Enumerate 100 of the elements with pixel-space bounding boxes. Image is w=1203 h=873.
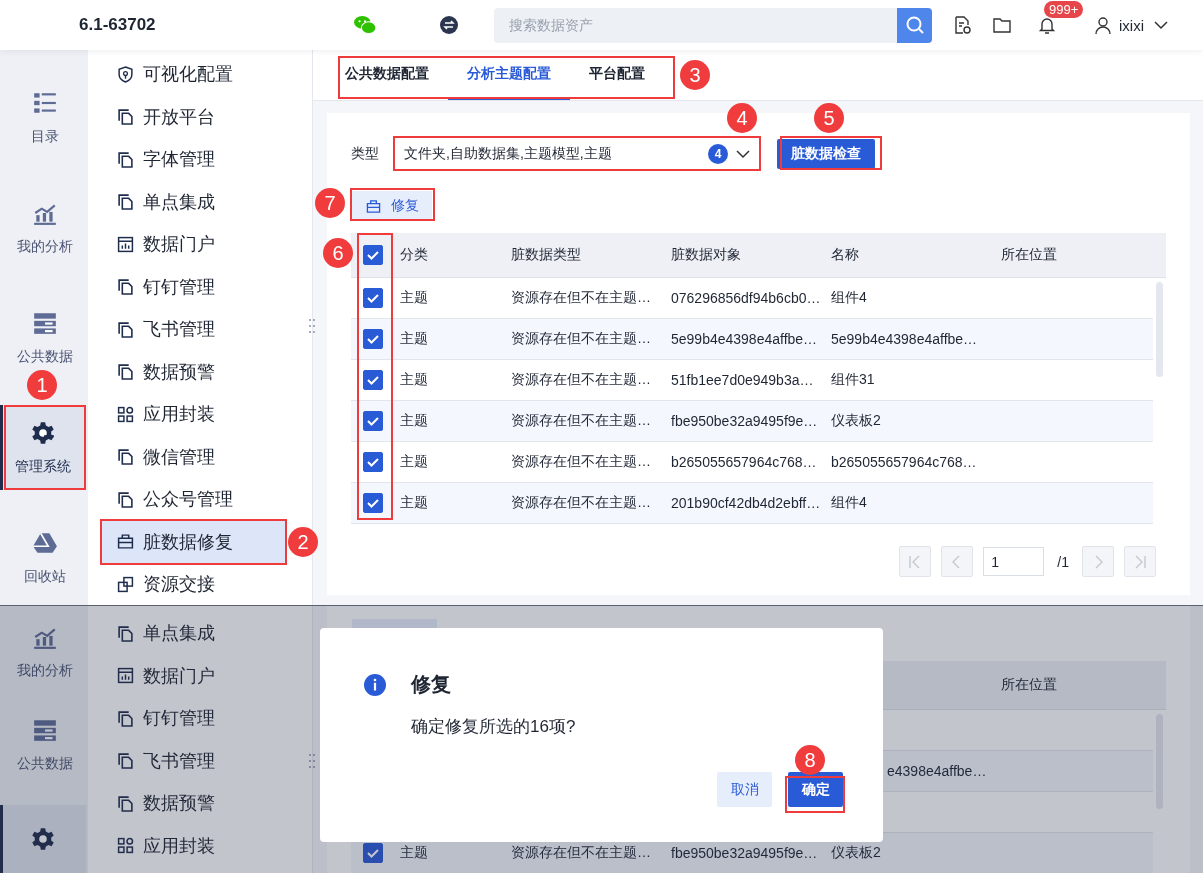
- table-cell-text: 资源存在但不在主题…: [511, 371, 652, 389]
- pages-icon: [117, 193, 134, 211]
- table-cell-text: 5e99b4e4398e4affbe…: [671, 331, 819, 347]
- search-button[interactable]: [897, 7, 932, 43]
- menu-item[interactable]: 应用封装: [100, 824, 287, 867]
- grid-icon: [117, 405, 134, 423]
- chevron-down-icon[interactable]: [1154, 20, 1168, 30]
- menu-item[interactable]: 钉钉管理: [100, 697, 287, 740]
- menu-item[interactable]: 数据门户: [100, 654, 287, 697]
- page-total: /1: [1057, 553, 1069, 570]
- table-cell-text: 资源存在但不在主题…: [511, 453, 652, 471]
- table-cell-text: 主题: [400, 330, 429, 348]
- table-cell-text: 资源存在但不在主题…: [511, 412, 652, 430]
- menu-item[interactable]: 可视化配置: [100, 53, 287, 96]
- info-icon: [364, 673, 386, 696]
- page-input[interactable]: 1: [983, 547, 1045, 576]
- nav-item[interactable]: 公共数据: [4, 711, 86, 780]
- table-cell-text: 主题: [400, 371, 429, 389]
- pages-icon: [117, 150, 134, 168]
- row-checkbox[interactable]: [363, 411, 383, 431]
- menu-item[interactable]: 资源交接: [100, 563, 287, 605]
- pages-icon: [117, 490, 134, 508]
- check-icon: [366, 248, 380, 262]
- check-icon: [366, 496, 380, 510]
- last-page-icon: [1133, 554, 1147, 569]
- menu-item[interactable]: 数据预警: [100, 782, 287, 825]
- shield-icon: [117, 65, 134, 83]
- bell-icon[interactable]: [1037, 15, 1057, 35]
- confirm-button[interactable]: 确定: [788, 772, 843, 807]
- toolbox-icon: [365, 198, 381, 214]
- table-cell-text: 组件4: [831, 494, 868, 512]
- menu-item[interactable]: 飞书管理: [100, 308, 287, 351]
- file-settings-icon[interactable]: [952, 15, 972, 35]
- menu-item[interactable]: 开放平台: [100, 95, 287, 138]
- menu-item[interactable]: 脏数据修复: [100, 520, 287, 563]
- row-checkbox[interactable]: [363, 370, 383, 390]
- menu-item[interactable]: 单点集成: [100, 180, 287, 223]
- chevron-down-icon: [736, 148, 750, 159]
- toolbox-icon: [117, 533, 134, 551]
- check-icon: [366, 291, 380, 305]
- tab[interactable]: 分析主题配置: [448, 50, 570, 100]
- nav-item[interactable]: 我的分析: [4, 618, 86, 687]
- column-header: 分类: [400, 246, 429, 264]
- menu-item[interactable]: 公众号管理: [100, 478, 287, 521]
- select-all-checkbox[interactable]: [363, 245, 383, 265]
- database-icon: [32, 717, 58, 744]
- row-checkbox[interactable]: [363, 452, 383, 472]
- nav-item[interactable]: 管理系统: [0, 405, 86, 490]
- table-cell-text: 主题: [400, 494, 429, 512]
- user-name[interactable]: ixixi: [1119, 16, 1144, 34]
- menu-item[interactable]: 微信管理: [100, 435, 287, 478]
- row-checkbox[interactable]: [363, 493, 383, 513]
- pages-icon: [117, 320, 134, 338]
- column-header: 脏数据类型: [511, 246, 582, 264]
- row-checkbox[interactable]: [363, 329, 383, 349]
- nav-item[interactable]: [0, 804, 86, 873]
- drag-handle-icon[interactable]: [308, 318, 316, 334]
- menu-item[interactable]: 数据门户: [100, 223, 287, 266]
- chart-icon: [117, 667, 134, 685]
- pages-icon: [117, 363, 134, 381]
- nav-item[interactable]: 我的分析: [4, 185, 86, 270]
- column-header: 脏数据对象: [671, 246, 742, 264]
- tab[interactable]: 公共数据配置: [337, 50, 448, 100]
- row-checkbox[interactable]: [363, 843, 383, 863]
- nav-item[interactable]: 回收站: [4, 515, 86, 600]
- search-icon: [904, 15, 925, 35]
- pages-icon: [117, 448, 134, 466]
- user-icon[interactable]: [1093, 15, 1113, 35]
- menu-item[interactable]: 字体管理: [100, 138, 287, 181]
- check-button[interactable]: 脏数据检查: [777, 139, 875, 169]
- table-cell-text: 资源存在但不在主题…: [511, 844, 652, 862]
- menu-item[interactable]: 飞书管理: [100, 739, 287, 782]
- folder-icon[interactable]: [992, 15, 1012, 35]
- check-icon: [366, 455, 380, 469]
- column-header: 所在位置: [1001, 676, 1058, 694]
- menu-item[interactable]: 钉钉管理: [100, 265, 287, 308]
- version-label: 6.1-63702: [79, 15, 157, 35]
- tab[interactable]: 平台配置: [570, 50, 664, 100]
- table-cell-text: 资源存在但不在主题…: [511, 494, 652, 512]
- table-cell-text: 组件31: [831, 371, 876, 389]
- row-checkbox[interactable]: [363, 288, 383, 308]
- table-cell-text: 仪表板2: [831, 412, 882, 430]
- swap-icon[interactable]: [440, 16, 458, 34]
- pages-icon: [117, 278, 134, 296]
- cancel-button[interactable]: 取消: [717, 772, 772, 807]
- repair-button[interactable]: 修复: [352, 191, 432, 221]
- nav-item[interactable]: 目录: [4, 75, 86, 160]
- menu-item[interactable]: 数据预警: [100, 350, 287, 393]
- menu-item[interactable]: 单点集成: [100, 612, 287, 655]
- type-label: 类型: [351, 145, 379, 163]
- gear-icon: [30, 825, 56, 852]
- menu-item[interactable]: 应用封装: [100, 393, 287, 436]
- scrollbar-thumb[interactable]: [1156, 282, 1163, 377]
- drag-handle-icon[interactable]: [308, 753, 316, 769]
- column-header: 所在位置: [1001, 246, 1058, 264]
- dialog-message: 确定修复所选的16项?: [411, 716, 577, 738]
- search-field[interactable]: 搜索数据资产: [494, 7, 897, 43]
- check-icon: [366, 332, 380, 346]
- highlight-frame: [785, 776, 845, 813]
- type-select[interactable]: 文件夹,自助数据集,主题模型,主题 4: [396, 137, 756, 171]
